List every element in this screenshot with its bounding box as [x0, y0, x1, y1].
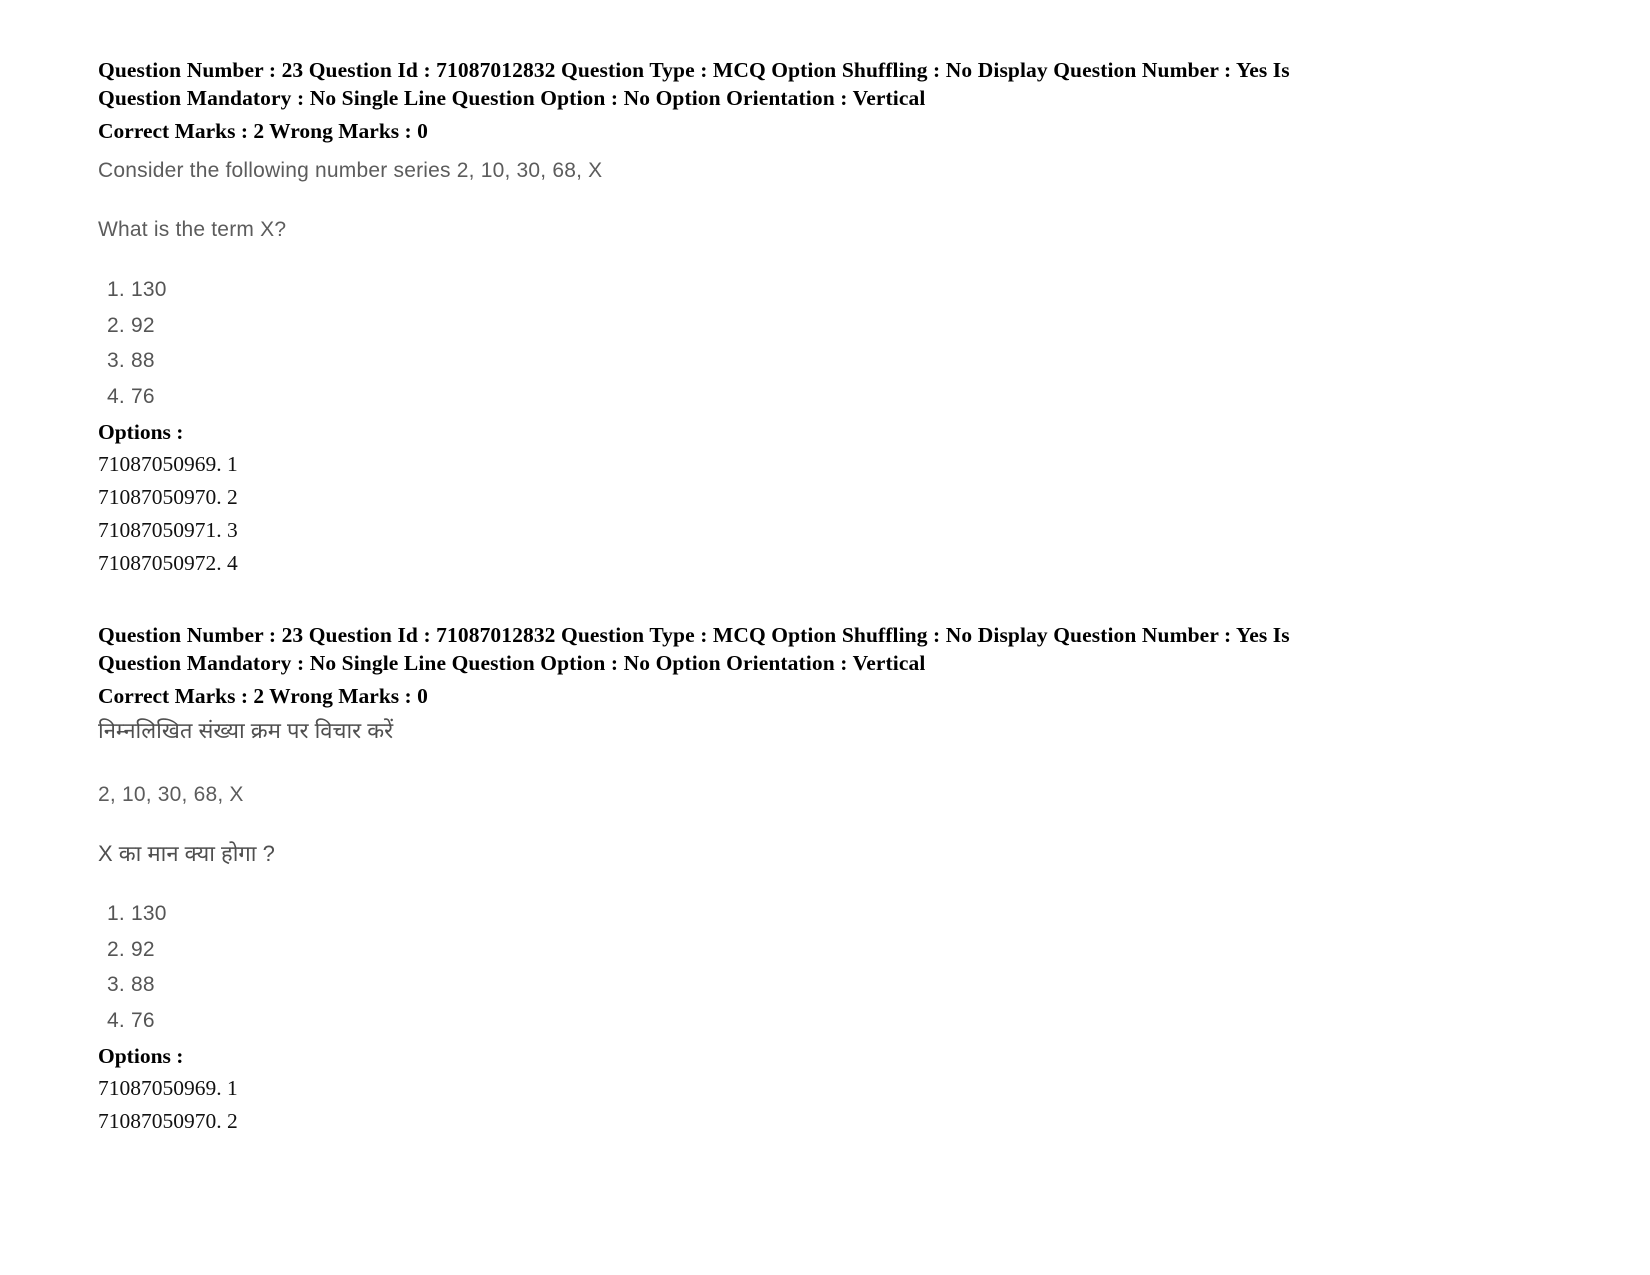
choice-item[interactable]: 2. 92 — [98, 308, 1498, 344]
question-prompt-hindi: X का मान क्या होगा ? — [98, 838, 1498, 870]
question-text-line-2: What is the term X? — [98, 218, 287, 241]
question-text-hindi-line-1: निम्नलिखित संख्या क्रम पर विचार करें — [98, 718, 394, 743]
question-text-hindi-line-2: 2, 10, 30, 68, X — [98, 783, 244, 806]
question-metadata-line-2: Question Mandatory : No Single Line Ques… — [98, 651, 926, 675]
option-id-row: 71087050971. 3 — [98, 518, 238, 542]
question-statement-english: Consider the following number series 2, … — [98, 156, 1498, 186]
choice-item[interactable]: 1. 130 — [98, 272, 1498, 308]
question-marks-line: Correct Marks : 2 Wrong Marks : 0 — [98, 119, 428, 143]
options-heading: Options : — [98, 1044, 184, 1068]
option-id-row: 71087050972. 4 — [98, 551, 238, 575]
question-text-line-1: Consider the following number series 2, … — [98, 159, 603, 182]
question-statement-hindi: निम्नलिखित संख्या क्रम पर विचार करें — [98, 715, 1498, 747]
choice-item[interactable]: 1. 130 — [98, 896, 1498, 932]
choice-item[interactable]: 2. 92 — [98, 932, 1498, 968]
option-id-row: 71087050969. 1 — [98, 452, 238, 476]
question-block-english: Question Number : 23 Question Id : 71087… — [98, 56, 1498, 146]
document-page: Question Number : 23 Question Id : 71087… — [0, 0, 1650, 1275]
choice-item[interactable]: 3. 88 — [98, 343, 1498, 379]
options-section-english: Options : 71087050969. 1 71087050970. 2 … — [98, 416, 1498, 580]
question-metadata-line-2: Question Mandatory : No Single Line Ques… — [98, 86, 926, 110]
choice-item[interactable]: 4. 76 — [98, 1003, 1498, 1039]
question-text-hindi-line-3: X का मान क्या होगा ? — [98, 841, 275, 866]
question-marks-line: Correct Marks : 2 Wrong Marks : 0 — [98, 684, 428, 708]
option-id-row: 71087050969. 1 — [98, 1076, 238, 1100]
choice-item[interactable]: 4. 76 — [98, 379, 1498, 415]
question-series-hindi: 2, 10, 30, 68, X — [98, 780, 1498, 810]
option-id-row: 71087050970. 2 — [98, 485, 238, 509]
question-metadata-line-1: Question Number : 23 Question Id : 71087… — [98, 58, 1290, 82]
choice-item[interactable]: 3. 88 — [98, 967, 1498, 1003]
choice-list-hindi: 1. 130 2. 92 3. 88 4. 76 — [98, 896, 1498, 1038]
question-metadata-line-1: Question Number : 23 Question Id : 71087… — [98, 623, 1290, 647]
options-section-hindi: Options : 71087050969. 1 71087050970. 2 — [98, 1040, 1498, 1138]
question-prompt-english: What is the term X? — [98, 215, 1498, 245]
option-id-row: 71087050970. 2 — [98, 1109, 238, 1133]
choice-list-english: 1. 130 2. 92 3. 88 4. 76 — [98, 272, 1498, 414]
question-block-hindi: Question Number : 23 Question Id : 71087… — [98, 621, 1498, 711]
options-heading: Options : — [98, 420, 184, 444]
